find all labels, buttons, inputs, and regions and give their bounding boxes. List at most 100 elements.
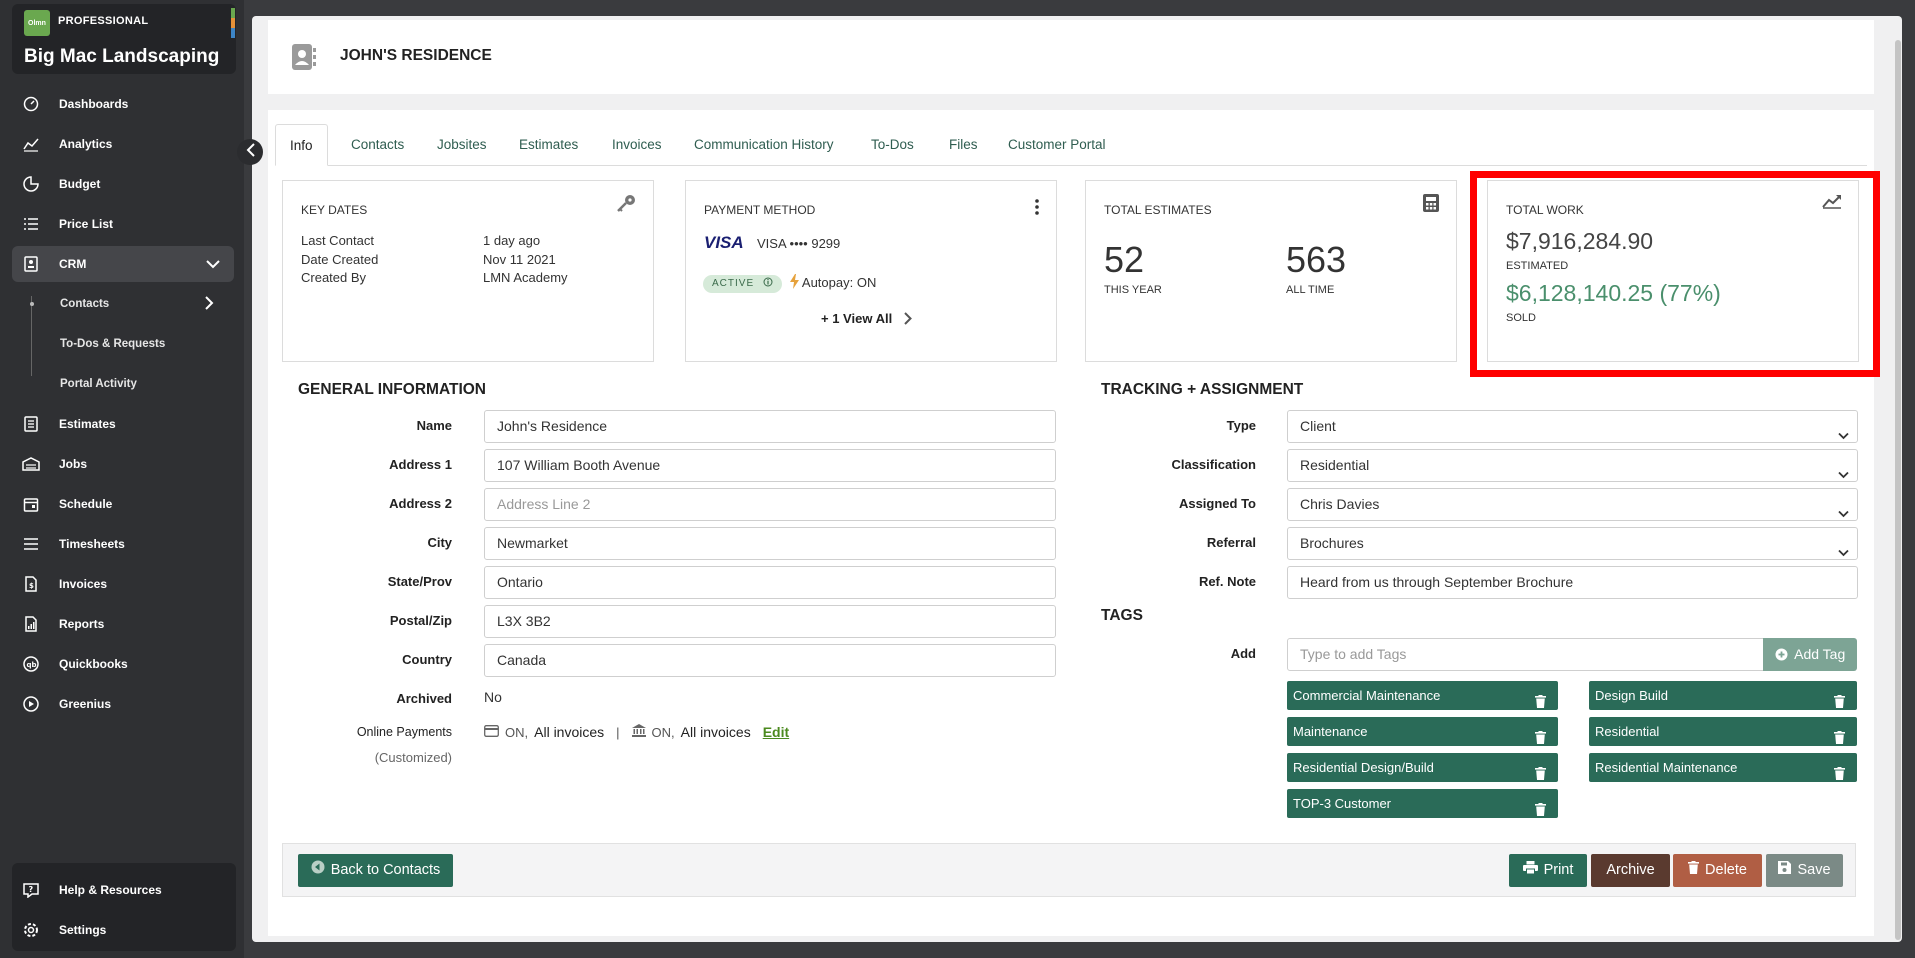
trash-icon[interactable] bbox=[1834, 725, 1845, 754]
tab-todos[interactable]: To-Dos bbox=[871, 124, 914, 166]
tab-contacts[interactable]: Contacts bbox=[351, 124, 404, 166]
field-label: Classification bbox=[1171, 457, 1256, 472]
sidebar-item-jobs[interactable]: Jobs bbox=[12, 446, 234, 482]
brand-stripes bbox=[231, 8, 235, 38]
tag-chip: Design Build bbox=[1589, 681, 1857, 710]
sidebar-item-schedule[interactable]: Schedule bbox=[12, 486, 234, 522]
sidebar-item-crm[interactable]: CRM bbox=[12, 246, 234, 282]
tag-label: Residential Design/Build bbox=[1293, 760, 1434, 775]
sold-label: SOLD bbox=[1506, 312, 1536, 324]
tab-files[interactable]: Files bbox=[949, 124, 978, 166]
sidebar-item-label: Jobs bbox=[59, 457, 88, 471]
page-scrollbar[interactable] bbox=[1893, 16, 1903, 942]
chevron-down-icon bbox=[1838, 420, 1849, 451]
print-button[interactable]: Print bbox=[1509, 854, 1587, 887]
delete-label: Delete bbox=[1705, 862, 1747, 878]
address1-input[interactable]: 107 William Booth Avenue bbox=[484, 449, 1056, 482]
estimated-label: ESTIMATED bbox=[1506, 260, 1569, 272]
sidebar-item-label: Reports bbox=[59, 617, 105, 631]
city-input[interactable]: Newmarket bbox=[484, 527, 1056, 560]
more-vertical-icon[interactable] bbox=[1034, 199, 1040, 220]
tag-input[interactable]: Type to add Tags bbox=[1287, 638, 1764, 671]
tab-invoices[interactable]: Invoices bbox=[612, 124, 662, 166]
sidebar-item-settings[interactable]: Settings bbox=[12, 912, 234, 948]
trash-icon[interactable] bbox=[1834, 689, 1845, 718]
sidebar-item-invoices[interactable]: $ Invoices bbox=[12, 566, 234, 602]
invoice-icon: $ bbox=[22, 575, 40, 593]
back-to-contacts-button[interactable]: Back to Contacts bbox=[298, 854, 453, 887]
svg-text:$: $ bbox=[29, 582, 34, 590]
state-input[interactable]: Ontario bbox=[484, 566, 1056, 599]
sidebar-item-quickbooks[interactable]: qb Quickbooks bbox=[12, 646, 234, 682]
page-title: JOHN'S RESIDENCE bbox=[340, 47, 492, 64]
page-header: JOHN'S RESIDENCE bbox=[268, 20, 1874, 94]
type-select[interactable]: Client bbox=[1287, 410, 1858, 443]
estimated-amount: $7,916,284.90 bbox=[1506, 228, 1654, 254]
save-button[interactable]: Save bbox=[1766, 854, 1843, 887]
country-input[interactable]: Canada bbox=[484, 644, 1056, 677]
list-icon bbox=[22, 215, 40, 233]
add-tag-button[interactable]: Add Tag bbox=[1763, 638, 1858, 671]
trash-icon[interactable] bbox=[1535, 797, 1546, 826]
trash-icon[interactable] bbox=[1535, 761, 1546, 790]
delete-button[interactable]: Delete bbox=[1673, 854, 1762, 887]
sidebar-item-dashboards[interactable]: Dashboards bbox=[12, 86, 234, 122]
sidebar-sub-todos[interactable]: To-Dos & Requests bbox=[60, 338, 165, 350]
analytics-icon bbox=[22, 135, 40, 153]
sidebar-item-greenius[interactable]: Greenius bbox=[12, 686, 234, 722]
tag-chip: TOP-3 Customer bbox=[1287, 789, 1558, 818]
tab-communication-history[interactable]: Communication History bbox=[694, 124, 834, 166]
chevron-down-icon bbox=[1838, 537, 1849, 568]
referral-select[interactable]: Brochures bbox=[1287, 527, 1858, 560]
sidebar-item-label: Dashboards bbox=[59, 97, 129, 111]
dashboard-icon bbox=[22, 95, 40, 113]
sidebar-item-timesheets[interactable]: Timesheets bbox=[12, 526, 234, 562]
assigned-to-select[interactable]: Chris Davies bbox=[1287, 488, 1858, 521]
key-date-value: Nov 11 2021 bbox=[483, 252, 556, 267]
sidebar-collapse-button[interactable] bbox=[237, 139, 263, 165]
info-icon bbox=[763, 276, 773, 294]
budget-icon bbox=[22, 175, 40, 193]
sidebar-item-help[interactable]: ? Help & Resources bbox=[12, 872, 234, 908]
tag-label: TOP-3 Customer bbox=[1293, 796, 1392, 811]
chevron-right-icon[interactable] bbox=[205, 296, 214, 315]
classification-select[interactable]: Residential bbox=[1287, 449, 1858, 482]
name-input[interactable]: John's Residence bbox=[484, 410, 1056, 443]
trash-icon[interactable] bbox=[1535, 725, 1546, 754]
field-label: State/Prov bbox=[387, 574, 452, 589]
archive-button[interactable]: Archive bbox=[1591, 854, 1670, 887]
sidebar-item-estimates[interactable]: Estimates bbox=[12, 406, 234, 442]
tag-label: Commercial Maintenance bbox=[1293, 688, 1441, 703]
chevron-left-icon bbox=[246, 142, 255, 162]
trash-icon[interactable] bbox=[1834, 761, 1845, 790]
tab-jobsites[interactable]: Jobsites bbox=[437, 124, 487, 166]
sidebar-item-reports[interactable]: Reports bbox=[12, 606, 234, 642]
field-label: City bbox=[427, 535, 452, 550]
timesheets-icon bbox=[22, 535, 40, 553]
sidebar-item-label: Timesheets bbox=[59, 537, 125, 551]
ref-note-input[interactable]: Heard from us through September Brochure bbox=[1287, 566, 1858, 599]
sidebar-sub-contacts[interactable]: Contacts bbox=[60, 298, 109, 310]
key-date-value: LMN Academy bbox=[483, 270, 568, 285]
sidebar-item-price-list[interactable]: Price List bbox=[12, 206, 234, 242]
field-label: Referral bbox=[1206, 535, 1256, 550]
tab-customer-portal[interactable]: Customer Portal bbox=[1008, 124, 1106, 166]
sidebar-item-label: Invoices bbox=[59, 577, 108, 591]
sidebar-item-budget[interactable]: Budget bbox=[12, 166, 234, 202]
sidebar-item-label: Estimates bbox=[59, 417, 116, 431]
tag-chip: Residential bbox=[1589, 717, 1857, 746]
field-label: Address 2 bbox=[389, 496, 452, 511]
tag-chip: Commercial Maintenance bbox=[1287, 681, 1558, 710]
postal-input[interactable]: L3X 3B2 bbox=[484, 605, 1056, 638]
address2-input[interactable]: Address Line 2 bbox=[484, 488, 1056, 521]
sidebar-sub-portal-activity[interactable]: Portal Activity bbox=[60, 378, 137, 390]
edit-online-payments-link[interactable]: Edit bbox=[763, 724, 789, 740]
tab-estimates[interactable]: Estimates bbox=[519, 124, 578, 166]
sidebar-item-analytics[interactable]: Analytics bbox=[12, 126, 234, 162]
tab-bar: Info Contacts Jobsites Estimates Invoice… bbox=[275, 124, 1867, 166]
trash-icon[interactable] bbox=[1535, 689, 1546, 718]
view-all-link[interactable]: + 1 View All bbox=[821, 311, 912, 328]
this-year-label: THIS YEAR bbox=[1104, 284, 1162, 296]
scrollbar-thumb[interactable] bbox=[1895, 40, 1901, 940]
tab-info[interactable]: Info bbox=[275, 124, 328, 166]
